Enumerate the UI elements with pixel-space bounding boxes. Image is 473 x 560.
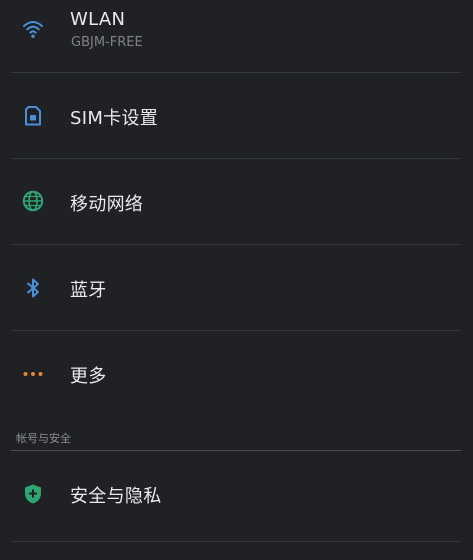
bluetooth-setting[interactable]: 蓝牙 [0,245,473,330]
shield-plus-icon [21,482,45,506]
mobile-network-title: 移动网络 [70,194,144,215]
section-header-account-security: 帐号与安全 [16,432,71,445]
mobile-network-setting[interactable]: 移动网络 [0,159,473,244]
sim-card-title: SIM卡设置 [70,108,159,129]
sim-card-icon [21,104,45,128]
more-title: 更多 [70,366,107,387]
wifi-icon [21,17,45,41]
bluetooth-title: 蓝牙 [70,280,107,301]
globe-icon [21,189,45,213]
wlan-setting[interactable]: WLAN GBJM-FREE [0,0,473,72]
security-privacy-title: 安全与隐私 [70,486,162,507]
wlan-title: WLAN [70,9,126,30]
more-dots-icon [21,362,45,386]
sim-card-setting[interactable]: SIM卡设置 [0,73,473,158]
bluetooth-icon [21,276,45,300]
divider [11,541,461,542]
wlan-network-name: GBJM-FREE [71,35,143,50]
more-setting[interactable]: 更多 [0,331,473,421]
security-privacy-setting[interactable]: 安全与隐私 [0,451,473,541]
